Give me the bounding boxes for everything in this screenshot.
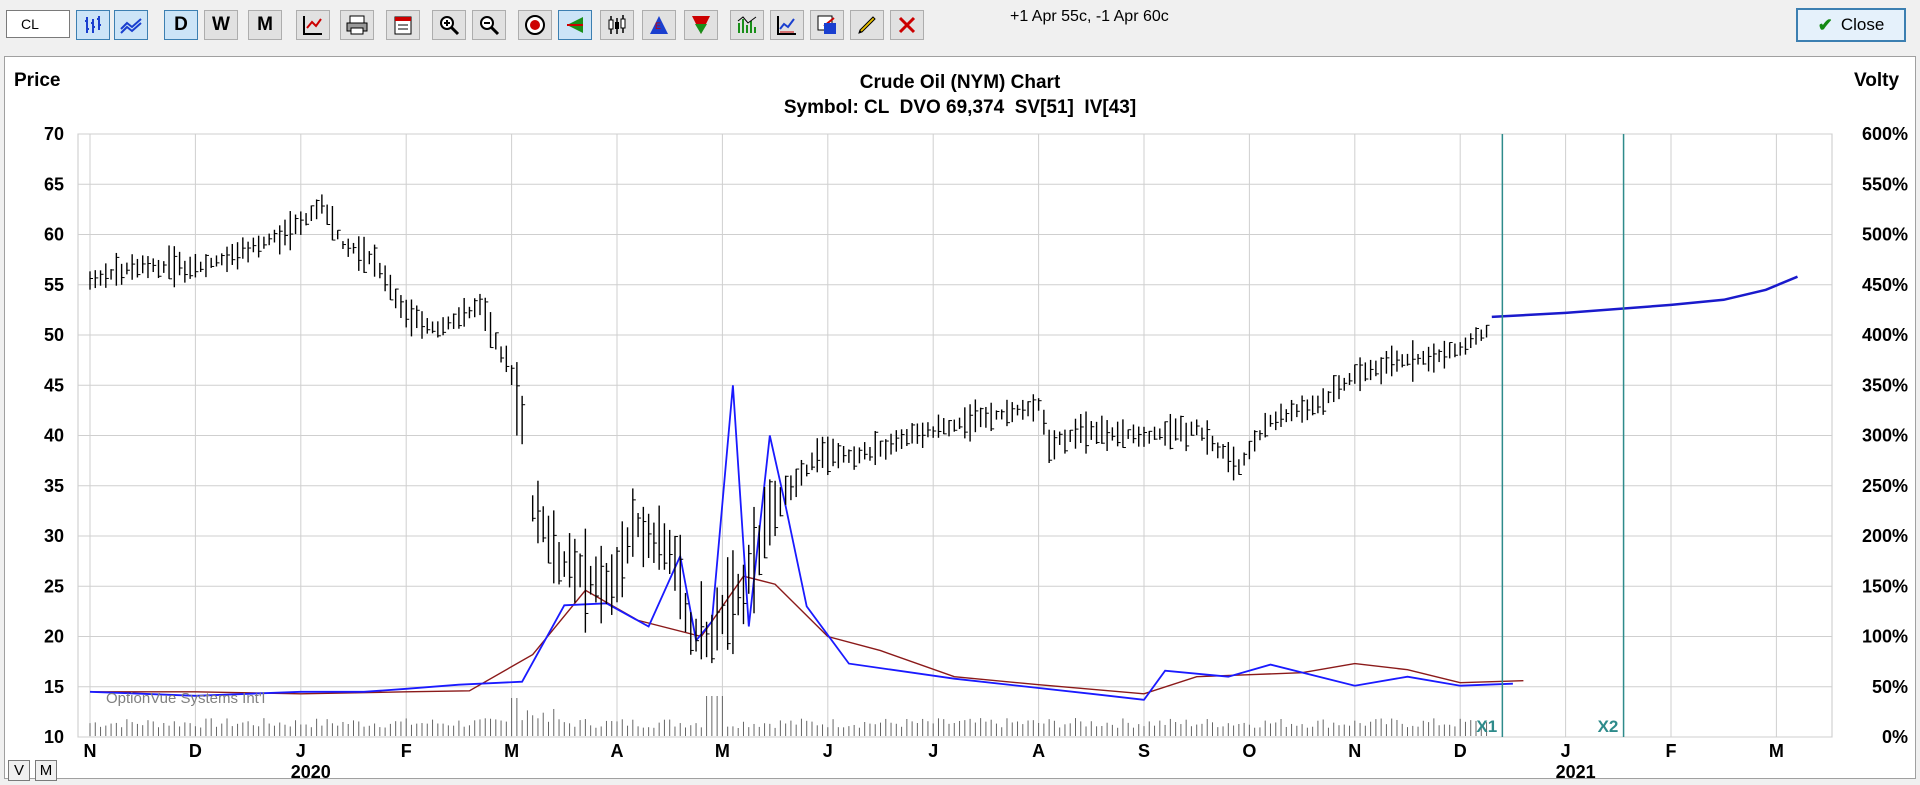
- y-right-tick-label: 150%: [1862, 576, 1908, 596]
- y-right-tick-label: 300%: [1862, 426, 1908, 446]
- x-tick-label: O: [1242, 741, 1256, 761]
- x-tick-label: N: [84, 741, 97, 761]
- x-tick-label: J: [928, 741, 938, 761]
- y-left-tick-label: 70: [44, 124, 64, 144]
- x-tick-label: N: [1348, 741, 1361, 761]
- y-left-tick-label: 35: [44, 476, 64, 496]
- y-right-tick-label: 250%: [1862, 476, 1908, 496]
- y-right-tick-label: 200%: [1862, 526, 1908, 546]
- x-tick-label: D: [189, 741, 202, 761]
- x-tick-label: D: [1454, 741, 1467, 761]
- x-tick-label: F: [1666, 741, 1677, 761]
- x-tick-label: M: [1769, 741, 1784, 761]
- y-right-tick-label: 50%: [1872, 677, 1908, 697]
- y-right-tick-label: 500%: [1862, 225, 1908, 245]
- x-year-label: 2020: [291, 762, 331, 782]
- x-tick-label: J: [1561, 741, 1571, 761]
- y-right-tick-label: 0%: [1882, 727, 1908, 747]
- x-tick-label: M: [504, 741, 519, 761]
- x-tick-label: A: [1032, 741, 1045, 761]
- y-left-tick-label: 65: [44, 174, 64, 194]
- y-left-tick-label: 25: [44, 576, 64, 596]
- x-tick-label: S: [1138, 741, 1150, 761]
- y-right-tick-label: 350%: [1862, 375, 1908, 395]
- x-tick-label: A: [611, 741, 624, 761]
- y-left-tick-label: 40: [44, 426, 64, 446]
- view-m-button[interactable]: M: [35, 760, 57, 781]
- y-right-tick-label: 600%: [1862, 124, 1908, 144]
- y-left-tick-label: 45: [44, 375, 64, 395]
- y-left-tick-label: 20: [44, 627, 64, 647]
- marker-label: X2: [1598, 717, 1619, 736]
- y-right-tick-label: 550%: [1862, 174, 1908, 194]
- y-left-tick-label: 55: [44, 275, 64, 295]
- y-left-tick-label: 15: [44, 677, 64, 697]
- x-tick-label: F: [401, 741, 412, 761]
- y-left-tick-label: 60: [44, 225, 64, 245]
- y-right-tick-label: 400%: [1862, 325, 1908, 345]
- x-tick-label: J: [823, 741, 833, 761]
- y-left-tick-label: 10: [44, 727, 64, 747]
- view-v-button[interactable]: V: [8, 760, 30, 781]
- y-right-tick-label: 450%: [1862, 275, 1908, 295]
- marker-label: X1: [1476, 717, 1497, 736]
- y-left-tick-label: 30: [44, 526, 64, 546]
- price-volatility-chart[interactable]: X1 X2 N D J F M A M J J A S O N D J F M 2020 2021 70 65 60 55 50…: [0, 0, 1920, 785]
- x-tick-label: J: [296, 741, 306, 761]
- y-left-tick-label: 50: [44, 325, 64, 345]
- watermark: OptionVue Systems Int'l: [106, 690, 265, 707]
- x-tick-label: M: [715, 741, 730, 761]
- x-year-label: 2021: [1556, 762, 1596, 782]
- y-right-tick-label: 100%: [1862, 627, 1908, 647]
